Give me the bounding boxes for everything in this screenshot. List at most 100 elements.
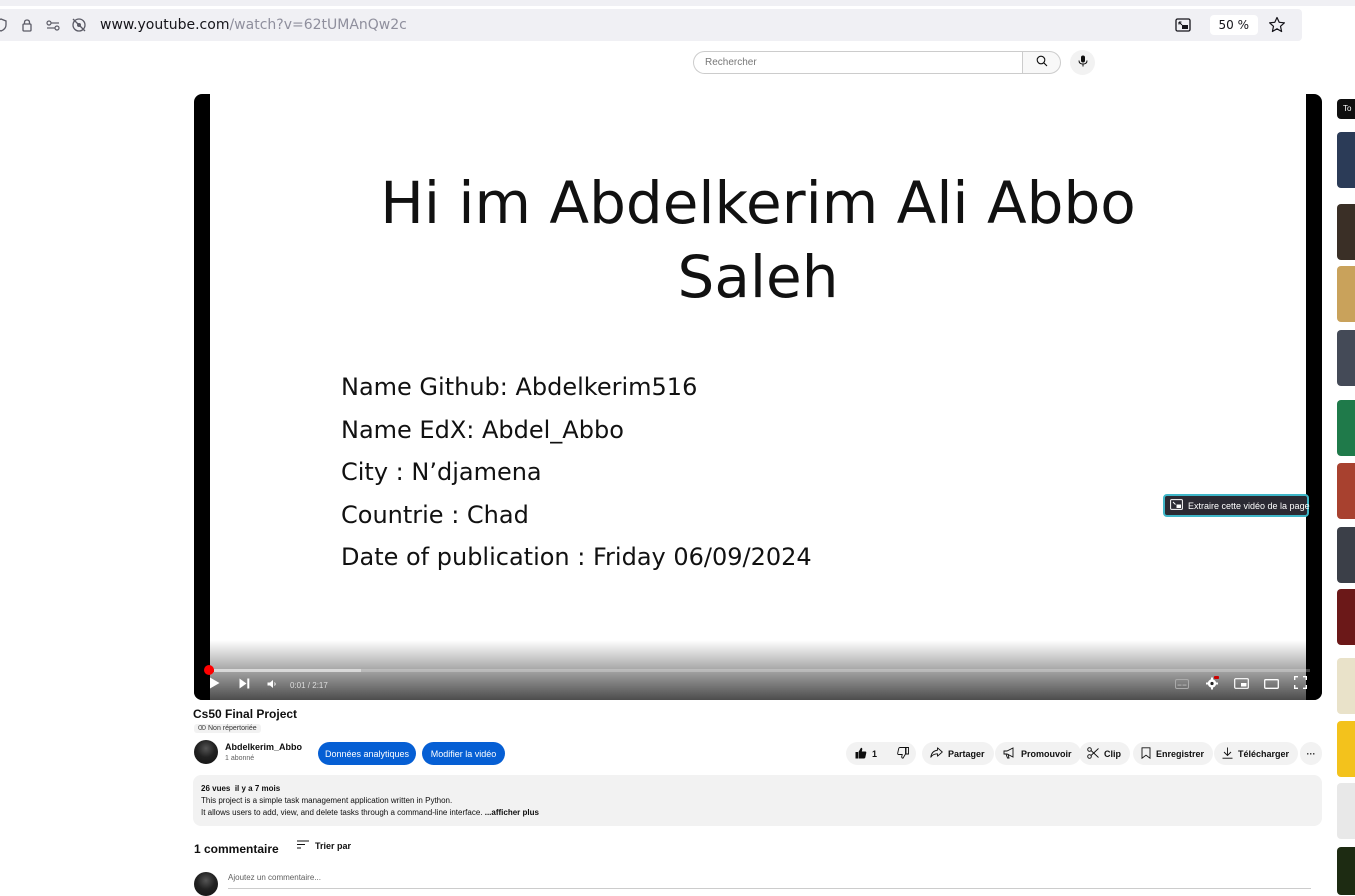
volume-icon [267,676,277,694]
url-host: www.youtube.com [100,17,230,33]
slide-line: City : N’djamena [341,458,542,486]
shield-icon[interactable] [0,16,10,34]
download-button[interactable]: Télécharger [1214,742,1299,765]
slide-line: Name EdX: Abdel_Abbo [341,415,624,444]
description-line: It allows users to add, view, and delete… [201,808,483,817]
progress-buffered [206,669,361,672]
picture-in-picture-icon [1170,499,1183,512]
play-button[interactable] [206,676,222,694]
slide-line: Name Github: Abdelkerim516 [341,373,698,401]
share-button[interactable]: Partager [922,742,994,765]
bookmark-star-icon[interactable] [1268,16,1286,34]
miniplayer-button[interactable] [1232,676,1250,694]
recommended-video-thumbnail[interactable] [1337,527,1355,583]
theater-mode-icon [1263,676,1279,694]
progress-scrubber[interactable] [204,665,214,675]
show-more-link[interactable]: ...afficher plus [485,808,539,817]
view-count: 26 vues [201,784,231,793]
picture-in-picture-label: Extraire cette vidéo de la page [1188,500,1310,511]
download-icon [1222,747,1233,761]
avatar[interactable] [194,740,218,764]
avatar [194,872,218,896]
slide-title-line: Saleh [677,243,839,311]
subtitles-button[interactable] [1174,676,1190,694]
edit-video-button[interactable]: Modifier la vidéo [422,742,505,765]
picture-in-picture-icon[interactable] [1174,16,1192,34]
voice-search-button[interactable] [1070,50,1095,75]
upload-date: il y a 7 mois [234,784,281,793]
visibility-badge: Non répertoriée [194,724,261,733]
save-button[interactable]: Enregistrer [1133,742,1214,765]
play-icon [209,676,220,694]
search-icon [1036,54,1048,72]
megaphone-icon [1003,746,1016,761]
sort-comments-button[interactable]: Trier par [297,840,351,851]
dislike-button[interactable] [897,746,909,761]
thumbs-down-icon [897,746,909,761]
channel-name[interactable]: Abdelkerim_Abbo [225,742,302,752]
like-count: 1 [872,748,878,759]
microphone-icon [1078,54,1088,72]
subscriber-count: 1 abonné [225,755,255,762]
sort-label: Trier par [315,840,352,851]
recommended-video-thumbnail[interactable] [1337,400,1355,456]
search-button[interactable] [1022,51,1061,74]
link-icon [198,725,206,732]
analytics-button[interactable]: Données analytiques [318,742,416,765]
share-label: Partager [948,748,985,759]
miniplayer-icon [1233,676,1249,694]
recommended-video-thumbnail[interactable] [1337,847,1355,895]
like-dislike-group: 1 [846,742,916,765]
comments-count: 1 commentaire [194,842,279,856]
save-label: Enregistrer [1156,748,1205,759]
description-line-wrap: It allows users to add, view, and delete… [201,807,1314,819]
slide-title: Hi im Abdelkerim Ali Abbo Saleh [210,166,1306,314]
promote-label: Promouvoir [1021,748,1072,759]
fullscreen-button[interactable] [1291,676,1309,694]
description-box[interactable]: 26 vues il y a 7 mois This project is a … [193,775,1322,826]
lock-icon[interactable] [18,16,36,34]
mute-button[interactable] [264,676,280,694]
theater-mode-button[interactable] [1262,676,1280,694]
recommended-video-thumbnail[interactable] [1337,463,1355,519]
recommended-video-thumbnail[interactable] [1337,783,1355,839]
download-label: Télécharger [1238,748,1290,759]
recommended-video-thumbnail[interactable] [1337,589,1355,645]
next-button[interactable] [236,676,252,694]
promote-button[interactable]: Promouvoir [995,742,1081,765]
bookmark-icon [1141,746,1151,761]
recommended-video-thumbnail[interactable] [1337,330,1355,386]
recommended-video-thumbnail[interactable] [1337,204,1355,260]
fullscreen-icon [1293,676,1307,694]
comment-input[interactable]: Ajoutez un commentaire... [228,873,1311,889]
subtitles-icon [1175,676,1189,694]
like-button[interactable]: 1 [855,747,877,761]
share-icon [930,747,943,760]
picture-in-picture-toggle[interactable]: Extraire cette vidéo de la page [1163,494,1310,517]
recommended-video-thumbnail[interactable] [1337,266,1355,322]
clip-button[interactable]: Clip [1079,742,1130,765]
clip-label: Clip [1104,748,1121,759]
url-bar[interactable]: www.youtube.com/watch?v=62tUMAnQw2c 50 % [0,9,1302,41]
recommended-video-thumbnail[interactable] [1337,132,1355,188]
permissions-icon[interactable] [44,16,62,34]
settings-button[interactable] [1203,675,1221,695]
zoom-level-button[interactable]: 50 % [1209,15,1258,35]
filter-chip[interactable]: To [1337,99,1355,119]
skip-next-icon [239,676,250,694]
more-actions-button[interactable]: ··· [1300,742,1322,765]
scissors-icon [1087,746,1099,761]
description-line: This project is a simple task management… [201,796,453,805]
tracking-protection-icon[interactable] [70,16,88,34]
recommended-video-thumbnail[interactable] [1337,721,1355,777]
gear-icon [1205,675,1219,695]
recommended-video-thumbnail[interactable] [1337,658,1355,714]
video-frame: Hi im Abdelkerim Ali Abbo Saleh Name Git… [210,94,1306,700]
progress-bar[interactable] [206,669,1310,672]
url-text[interactable]: www.youtube.com/watch?v=62tUMAnQw2c [100,17,407,33]
thumbs-up-icon [855,747,867,761]
visibility-label: Non répertoriée [208,725,257,732]
video-title: Cs50 Final Project [193,707,298,721]
video-player[interactable]: Hi im Abdelkerim Ali Abbo Saleh Name Git… [194,94,1322,700]
search-input[interactable]: Rechercher [693,51,1023,74]
